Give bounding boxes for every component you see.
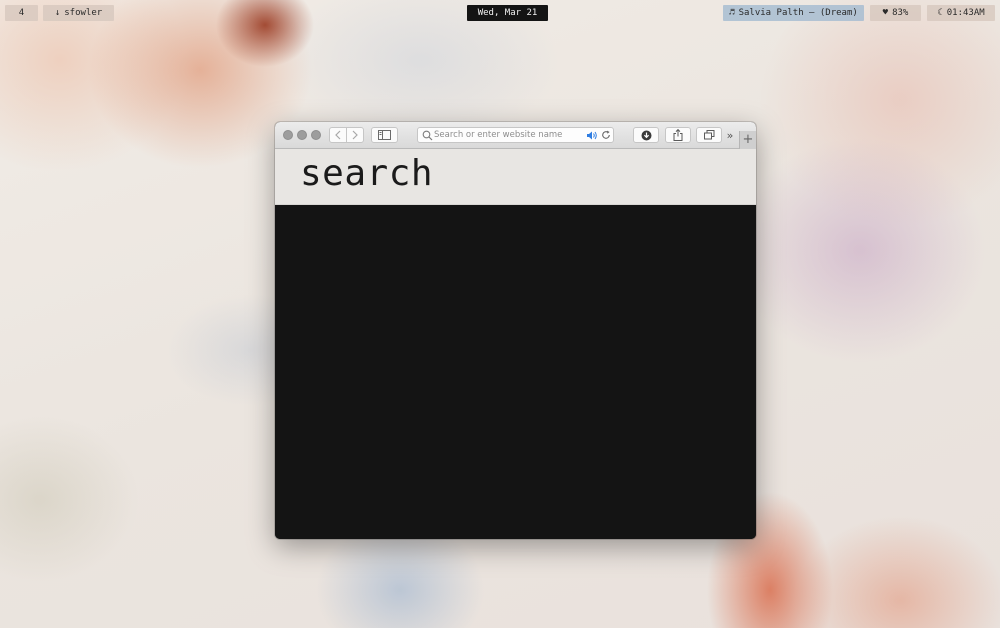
user-indicator: ↓ sfowler	[43, 5, 114, 21]
page-content	[275, 205, 756, 539]
sidebar-toggle-button[interactable]	[371, 127, 398, 143]
heart-icon: ♥	[882, 8, 889, 18]
window-maximize-button[interactable]	[311, 130, 321, 140]
clock: ☾ 01:43AM	[927, 5, 995, 21]
music-note-icon: ♬	[729, 8, 735, 18]
downloads-button[interactable]	[633, 127, 659, 143]
address-input[interactable]	[434, 128, 584, 142]
now-playing-label: Salvia Palth — (Dream)	[738, 8, 858, 18]
chevron-right-icon	[352, 130, 358, 140]
workspace-number: 4	[18, 8, 25, 18]
workspace-indicator[interactable]: 4	[5, 5, 38, 21]
date-label: Wed, Mar 21	[477, 8, 538, 18]
tab-overview-button[interactable]	[696, 127, 722, 143]
plus-icon: +	[742, 132, 754, 147]
share-icon	[673, 129, 683, 141]
battery-label: 83%	[892, 8, 909, 18]
search-icon	[422, 130, 433, 141]
page-header: search	[275, 149, 756, 205]
clock-label: 01:43AM	[946, 8, 985, 18]
sidebar-icon	[378, 130, 391, 140]
user-label: sfowler	[64, 8, 103, 18]
tabs-icon	[703, 130, 714, 140]
window-close-button[interactable]	[283, 130, 293, 140]
chevron-left-icon	[335, 130, 341, 140]
address-bar[interactable]	[417, 127, 614, 143]
share-button[interactable]	[665, 127, 691, 143]
battery-indicator: ♥ 83%	[870, 5, 921, 21]
window-minimize-button[interactable]	[297, 130, 307, 140]
arrow-down-icon: ↓	[54, 8, 61, 18]
forward-button[interactable]	[346, 127, 364, 143]
new-tab-button[interactable]: +	[739, 131, 756, 149]
page-title: search	[300, 153, 434, 194]
browser-toolbar: » +	[275, 122, 756, 149]
back-button[interactable]	[329, 127, 347, 143]
download-icon	[641, 130, 651, 140]
now-playing[interactable]: ♬ Salvia Palth — (Dream)	[723, 5, 864, 21]
browser-window: » + search	[275, 122, 756, 539]
reload-icon[interactable]	[601, 130, 611, 140]
speaker-icon[interactable]	[586, 130, 598, 141]
double-chevron-right-icon: »	[726, 128, 734, 142]
moon-icon: ☾	[937, 8, 943, 18]
date-display: Wed, Mar 21	[467, 5, 548, 21]
more-toolbar-button[interactable]: »	[724, 127, 736, 143]
